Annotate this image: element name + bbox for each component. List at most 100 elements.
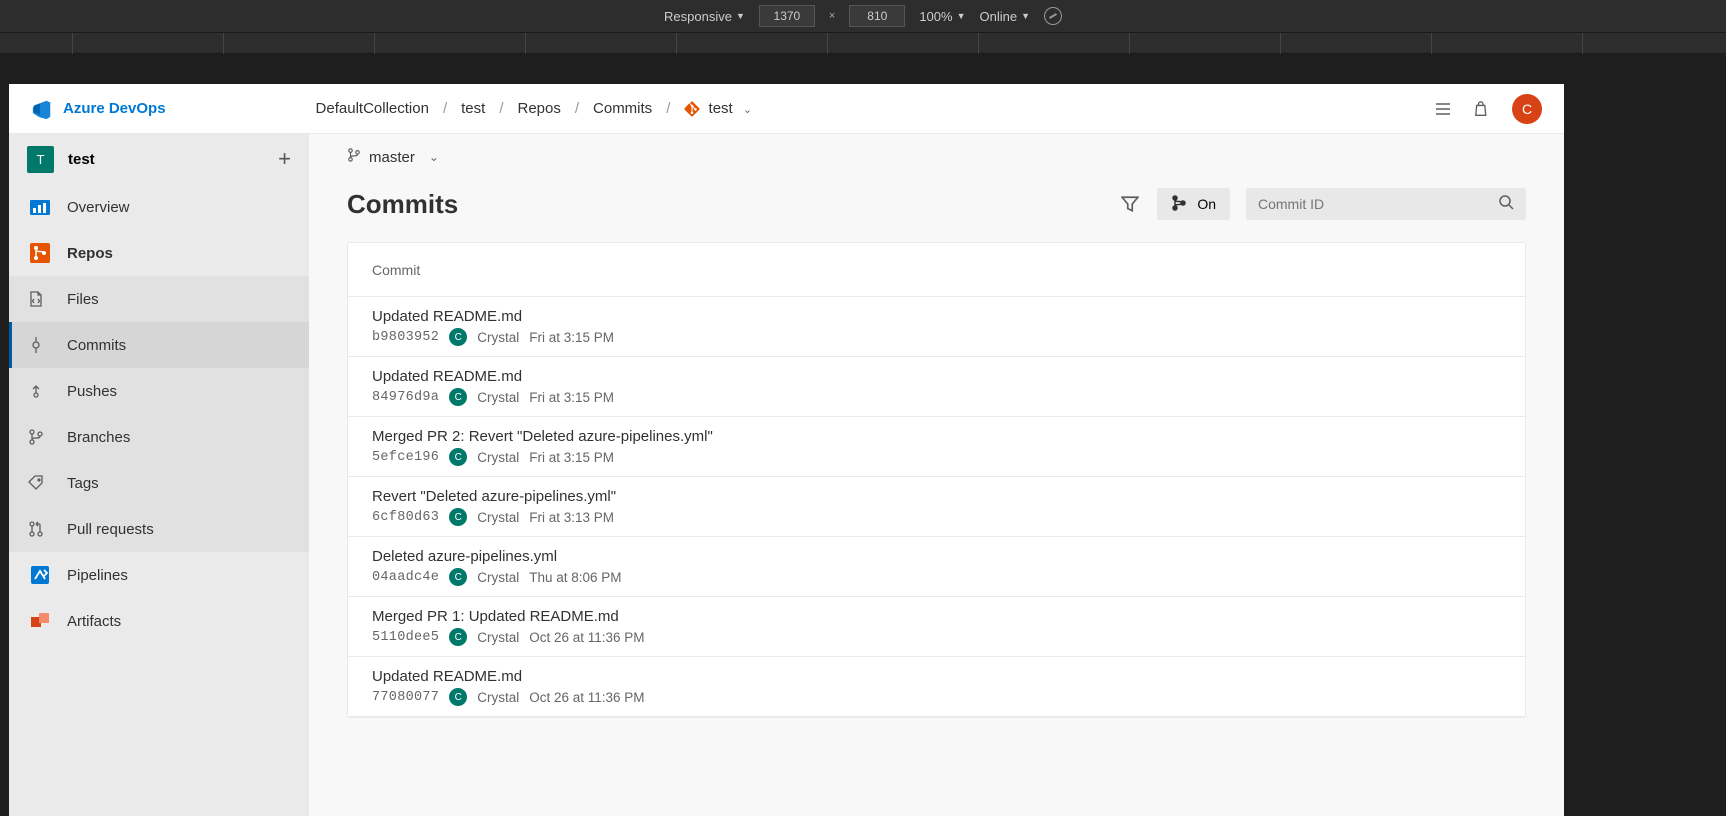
devtools-bar: Responsive ▼ × 100% ▼ Online ▼ (0, 0, 1726, 33)
repos-icon (27, 240, 53, 266)
commit-author-avatar: C (449, 688, 467, 706)
commit-search[interactable] (1246, 188, 1526, 220)
commit-hash: b9803952 (372, 330, 439, 345)
commit-search-input[interactable] (1258, 196, 1498, 212)
search-icon (1498, 194, 1514, 215)
artifacts-icon (27, 608, 53, 634)
device-label: Responsive (664, 9, 732, 24)
project-badge: T (27, 146, 54, 173)
sidebar-item-overview[interactable]: Overview (9, 184, 309, 230)
commit-date: Fri at 3:15 PM (529, 390, 614, 405)
sidebar-label: Pipelines (67, 567, 128, 584)
sidebar-subgroup-repos: Files Commits Pushes (9, 276, 309, 552)
commit-meta: 5efce196CCrystalFri at 3:15 PM (372, 448, 1501, 466)
filter-icon[interactable] (1119, 193, 1141, 215)
commit-author-avatar: C (449, 628, 467, 646)
commit-meta: 77080077CCrystalOct 26 at 11:36 PM (372, 688, 1501, 706)
commit-author-avatar: C (449, 448, 467, 466)
commit-hash: 5110dee5 (372, 630, 439, 645)
sidebar-sub-label: Commits (67, 337, 126, 354)
shopping-icon[interactable] (1472, 98, 1494, 120)
commit-author: Crystal (477, 510, 519, 525)
breadcrumb-separator: / (443, 100, 447, 117)
zoom-dropdown[interactable]: 100% ▼ (919, 9, 965, 24)
push-icon (27, 382, 45, 400)
git-repo-icon (684, 101, 700, 117)
commit-message: Revert "Deleted azure-pipelines.yml" (372, 488, 1501, 505)
sidebar-sub-branches[interactable]: Branches (9, 414, 309, 460)
commit-meta: 04aadc4eCCrystalThu at 8:06 PM (372, 568, 1501, 586)
branch-icon (27, 428, 45, 446)
product-logo[interactable]: Azure DevOps (31, 98, 166, 120)
rotate-icon[interactable] (1044, 7, 1062, 25)
breadcrumb-area[interactable]: Repos (517, 100, 560, 117)
graph-icon (1171, 195, 1187, 214)
commit-row[interactable]: Updated README.md84976d9aCCrystalFri at … (348, 357, 1525, 417)
main-layout: T test + Overview Repos (9, 134, 1564, 816)
breadcrumb-repo[interactable]: test ⌄ (684, 100, 752, 117)
commit-hash: 5efce196 (372, 450, 439, 465)
sidebar-sub-files[interactable]: Files (9, 276, 309, 322)
commit-date: Oct 26 at 11:36 PM (529, 630, 644, 645)
breadcrumb-separator: / (666, 100, 670, 117)
breadcrumb-repo-name: test (709, 100, 733, 117)
throttle-dropdown[interactable]: Online ▼ (979, 9, 1030, 24)
product-name: Azure DevOps (63, 100, 166, 117)
commit-date: Fri at 3:13 PM (529, 510, 614, 525)
sidebar-sub-pushes[interactable]: Pushes (9, 368, 309, 414)
commit-meta: b9803952CCrystalFri at 3:15 PM (372, 328, 1501, 346)
graph-toggle[interactable]: On (1157, 188, 1230, 220)
breadcrumb-collection[interactable]: DefaultCollection (316, 100, 429, 117)
sidebar-sub-label: Pull requests (67, 521, 154, 538)
viewport-height-input[interactable] (849, 5, 905, 27)
commit-author-avatar: C (449, 328, 467, 346)
commit-meta: 84976d9aCCrystalFri at 3:15 PM (372, 388, 1501, 406)
viewport-width-input[interactable] (759, 5, 815, 27)
tag-icon (27, 474, 45, 492)
user-avatar[interactable]: C (1512, 94, 1542, 124)
pull-request-icon (27, 520, 45, 538)
commit-icon (27, 336, 45, 354)
breadcrumb-separator: / (499, 100, 503, 117)
sidebar-label: Overview (67, 199, 130, 216)
breadcrumb: DefaultCollection / test / Repos / Commi… (316, 100, 753, 117)
devtools-ruler (0, 33, 1726, 54)
sidebar-sub-commits[interactable]: Commits (9, 322, 309, 368)
branch-selector[interactable]: master ⌄ (347, 148, 1526, 166)
title-actions: On (1119, 188, 1526, 220)
dropdown-arrow-icon: ▼ (1021, 11, 1030, 21)
project-name: test (68, 151, 95, 168)
commit-row[interactable]: Revert "Deleted azure-pipelines.yml"6cf8… (348, 477, 1525, 537)
breadcrumb-project[interactable]: test (461, 100, 485, 117)
sidebar-sub-label: Tags (67, 475, 99, 492)
app-viewport: Azure DevOps DefaultCollection / test / … (9, 84, 1564, 816)
sidebar-item-artifacts[interactable]: Artifacts (9, 598, 309, 644)
sidebar: T test + Overview Repos (9, 134, 309, 816)
commit-row[interactable]: Merged PR 2: Revert "Deleted azure-pipel… (348, 417, 1525, 477)
dimension-separator: × (829, 10, 835, 22)
sidebar-sub-tags[interactable]: Tags (9, 460, 309, 506)
commit-hash: 77080077 (372, 690, 439, 705)
commit-author-avatar: C (449, 388, 467, 406)
commit-list-header: Commit (348, 243, 1525, 297)
chevron-down-icon: ⌄ (429, 150, 439, 164)
commit-row[interactable]: Updated README.mdb9803952CCrystalFri at … (348, 297, 1525, 357)
sidebar-item-pipelines[interactable]: Pipelines (9, 552, 309, 598)
commit-author: Crystal (477, 630, 519, 645)
azure-devops-icon (31, 98, 53, 120)
add-icon[interactable]: + (278, 146, 291, 172)
sidebar-sub-pull-requests[interactable]: Pull requests (9, 506, 309, 552)
commit-message: Updated README.md (372, 668, 1501, 685)
device-dropdown[interactable]: Responsive ▼ (664, 9, 745, 24)
list-icon[interactable] (1432, 98, 1454, 120)
commit-row[interactable]: Deleted azure-pipelines.yml04aadc4eCCrys… (348, 537, 1525, 597)
breadcrumb-page[interactable]: Commits (593, 100, 652, 117)
branch-icon (347, 148, 361, 166)
sidebar-item-repos[interactable]: Repos (9, 230, 309, 276)
commit-author: Crystal (477, 690, 519, 705)
dropdown-arrow-icon: ▼ (736, 11, 745, 21)
commit-row[interactable]: Merged PR 1: Updated README.md5110dee5CC… (348, 597, 1525, 657)
project-header[interactable]: T test + (9, 134, 309, 184)
commit-row[interactable]: Updated README.md77080077CCrystalOct 26 … (348, 657, 1525, 717)
commit-hash: 84976d9a (372, 390, 439, 405)
